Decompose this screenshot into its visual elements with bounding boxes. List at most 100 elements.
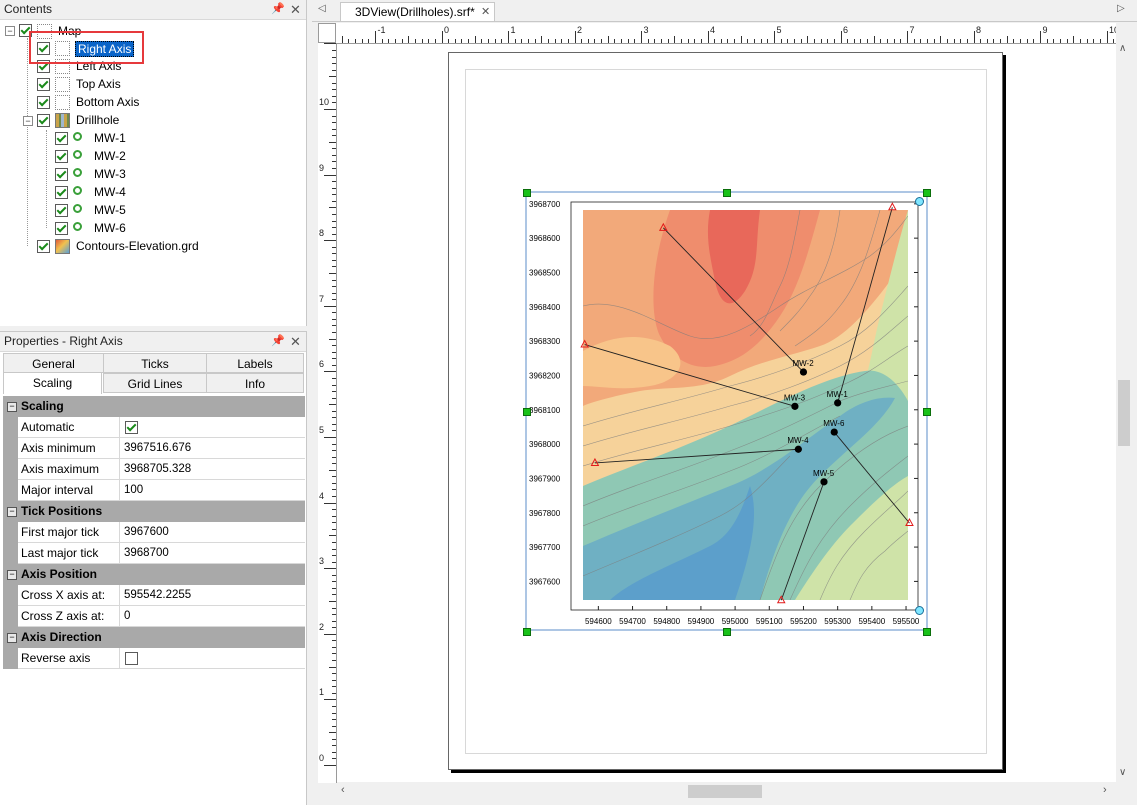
ruler-tick: [448, 39, 450, 43]
ruler-tick: [1099, 39, 1101, 43]
resize-handle-ne[interactable]: [923, 189, 931, 197]
tree-item-bottom-axis[interactable]: Bottom Axis: [76, 95, 139, 109]
resize-handle-s[interactable]: [723, 628, 731, 636]
tab-grid-lines[interactable]: Grid Lines: [103, 373, 207, 393]
reverse-axis-checkbox[interactable]: [125, 652, 138, 665]
ruler-tick: [900, 39, 902, 43]
tree-item-well[interactable]: MW-6: [94, 221, 126, 235]
drillhole-icon: [55, 113, 70, 128]
collapse-icon[interactable]: −: [7, 402, 17, 412]
document-tab[interactable]: 3DView(Drillholes).srf* ✕: [340, 2, 495, 21]
axis-maximum-field[interactable]: 3968705.328: [120, 459, 305, 480]
close-icon[interactable]: ✕: [290, 332, 301, 351]
tab-info[interactable]: Info: [206, 373, 304, 393]
resize-handle-nw[interactable]: [523, 189, 531, 197]
well-point: [820, 478, 828, 486]
tab-labels[interactable]: Labels: [206, 353, 304, 373]
x-tick-label: 595500: [893, 617, 920, 626]
tab-ticks[interactable]: Ticks: [103, 353, 207, 373]
tab-general[interactable]: General: [3, 353, 104, 373]
last-major-tick-field[interactable]: 3968700: [120, 543, 305, 564]
collapse-map-icon[interactable]: −: [5, 26, 15, 36]
major-interval-field[interactable]: 100: [120, 480, 305, 501]
collapse-icon[interactable]: −: [7, 633, 17, 643]
pin-icon[interactable]: 📌: [271, 332, 285, 351]
y-tick-label: 3968000: [529, 440, 561, 449]
resize-handle-se[interactable]: [923, 628, 931, 636]
well-checkbox[interactable]: [55, 204, 68, 217]
axis-endpoint-handle[interactable]: [915, 197, 924, 206]
collapse-icon[interactable]: −: [7, 507, 17, 517]
drillhole-checkbox[interactable]: [37, 114, 50, 127]
tab-scroll-right-icon[interactable]: ▷: [1117, 3, 1125, 14]
row-gutter: [3, 606, 18, 627]
tree-item-top-axis[interactable]: Top Axis: [76, 77, 121, 91]
ruler-tick: [332, 450, 336, 452]
scroll-left-icon[interactable]: ‹: [341, 784, 345, 796]
ruler-label: 3: [643, 25, 649, 35]
ruler-label: 7: [909, 25, 915, 35]
tree-item-drillhole[interactable]: Drillhole: [76, 113, 119, 127]
well-checkbox[interactable]: [55, 222, 68, 235]
tab-scaling[interactable]: Scaling: [3, 372, 102, 394]
bottom-axis-checkbox[interactable]: [37, 96, 50, 109]
ruler-tick: [324, 371, 336, 373]
resize-handle-sw[interactable]: [523, 628, 531, 636]
tab-scroll-left-icon[interactable]: ◁: [318, 3, 326, 14]
cross-z-axis-field[interactable]: 0: [120, 606, 305, 627]
ruler-tick: [332, 292, 336, 294]
well-checkbox[interactable]: [55, 150, 68, 163]
ruler-tick: [1066, 39, 1068, 43]
close-icon[interactable]: ✕: [290, 0, 301, 19]
contours-checkbox[interactable]: [37, 240, 50, 253]
ruler-tick: [332, 443, 336, 445]
axis-minimum-field[interactable]: 3967516.676: [120, 438, 305, 459]
ruler-tick: [348, 39, 350, 43]
ruler-tick: [324, 305, 336, 307]
ruler-tick: [332, 686, 336, 688]
y-tick-label: 3968200: [529, 371, 561, 380]
top-axis-checkbox[interactable]: [37, 78, 50, 91]
ruler-label: 1: [510, 25, 516, 35]
tree-item-well[interactable]: MW-1: [94, 131, 126, 145]
section-tick-positions[interactable]: − Tick Positions: [3, 501, 305, 522]
vertical-scroll-thumb[interactable]: [1118, 380, 1130, 446]
horizontal-scroll-thumb[interactable]: [688, 785, 762, 798]
collapse-drillhole-icon[interactable]: −: [23, 116, 33, 126]
automatic-checkbox[interactable]: [125, 421, 138, 434]
well-checkbox[interactable]: [55, 132, 68, 145]
ruler-tick: [332, 332, 336, 334]
axis-endpoint-handle[interactable]: [915, 606, 924, 615]
first-major-tick-field[interactable]: 3967600: [120, 522, 305, 543]
scroll-up-icon[interactable]: ∧: [1119, 43, 1126, 54]
section-axis-direction[interactable]: − Axis Direction: [3, 627, 305, 648]
ruler-tick: [332, 640, 336, 642]
ruler-tick: [332, 725, 336, 727]
map-frame[interactable]: 3968700 3968600 3968500 3968400 3968300 39682…: [520, 186, 935, 638]
resize-handle-w[interactable]: [523, 408, 531, 416]
pin-icon[interactable]: 📌: [271, 0, 285, 19]
collapse-icon[interactable]: −: [7, 570, 17, 580]
tree-item-well[interactable]: MW-5: [94, 203, 126, 217]
ruler-label: 10: [319, 97, 330, 107]
resize-handle-n[interactable]: [723, 189, 731, 197]
scroll-down-icon[interactable]: ∨: [1119, 767, 1126, 778]
tree-item-well[interactable]: MW-2: [94, 149, 126, 163]
well-checkbox[interactable]: [55, 168, 68, 181]
section-scaling[interactable]: − Scaling: [3, 396, 305, 417]
close-tab-icon[interactable]: ✕: [481, 5, 490, 18]
ruler-tick: [329, 732, 336, 734]
horizontal-scrollbar[interactable]: ‹ ›: [336, 783, 1116, 800]
ruler-tick: [332, 194, 336, 196]
vertical-scrollbar[interactable]: ∧ ∨: [1116, 43, 1132, 783]
section-axis-position[interactable]: − Axis Position: [3, 564, 305, 585]
tree-item-well[interactable]: MW-3: [94, 167, 126, 181]
resize-handle-e[interactable]: [923, 408, 931, 416]
tree-item-well[interactable]: MW-4: [94, 185, 126, 199]
cross-x-axis-field[interactable]: 595542.2255: [120, 585, 305, 606]
well-checkbox[interactable]: [55, 186, 68, 199]
tree-item-contours[interactable]: Contours-Elevation.grd: [76, 239, 199, 253]
scroll-right-icon[interactable]: ›: [1103, 784, 1107, 796]
ruler-tick: [332, 528, 336, 530]
ruler-tick: [601, 39, 603, 43]
